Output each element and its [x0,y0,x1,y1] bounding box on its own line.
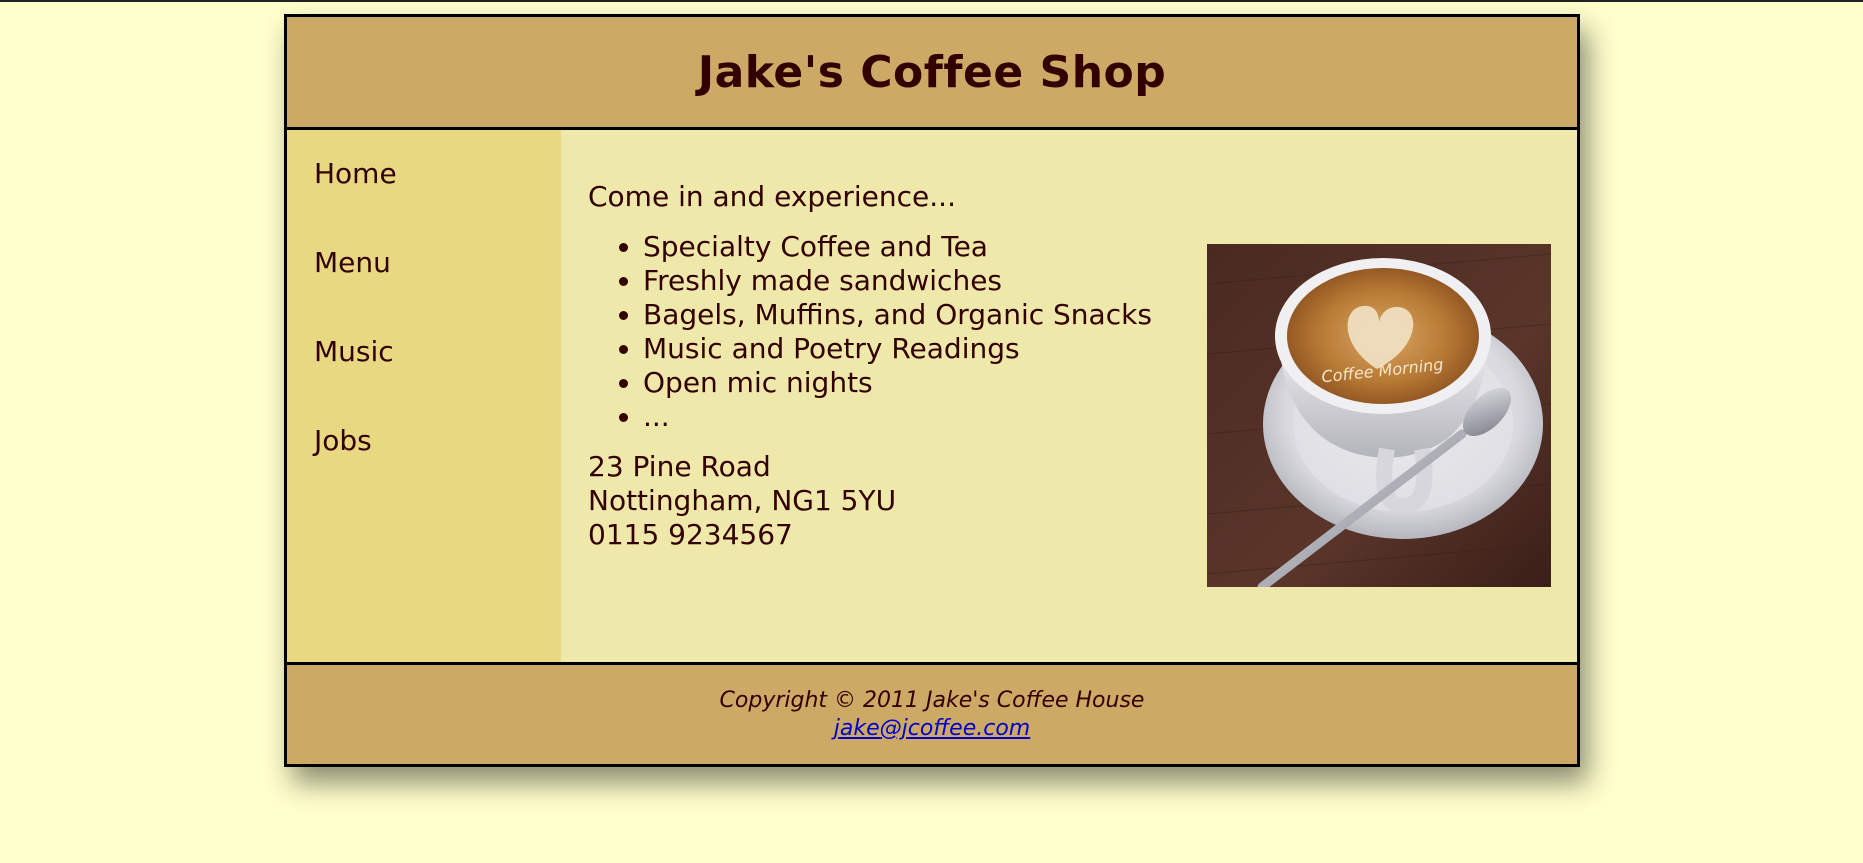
site-title: Jake's Coffee Shop [697,46,1167,98]
nav-link-music[interactable]: Music [314,336,561,425]
nav-link-home[interactable]: Home [314,158,561,247]
top-edge-line [0,0,1863,2]
copyright-text: Copyright © 2011 Jake's Coffee House [719,688,1145,713]
site-header: Jake's Coffee Shop [287,17,1577,130]
nav-link-menu[interactable]: Menu [314,247,561,336]
sidebar-nav: Home Menu Music Jobs [287,130,561,665]
content-area: Home Menu Music Jobs Come in and experie… [287,130,1577,665]
page-container: Jake's Coffee Shop Home Menu Music Jobs … [284,14,1580,767]
nav-link-jobs[interactable]: Jobs [314,425,561,514]
main-content: Come in and experience... Specialty Coff… [561,130,1577,665]
coffee-cup-photo: Coffee Morning [1207,244,1551,587]
intro-text: Come in and experience... [588,180,956,213]
email-link[interactable]: jake@jcoffee.com [834,716,1030,741]
site-footer: Copyright © 2011 Jake's Coffee House jak… [287,662,1577,764]
